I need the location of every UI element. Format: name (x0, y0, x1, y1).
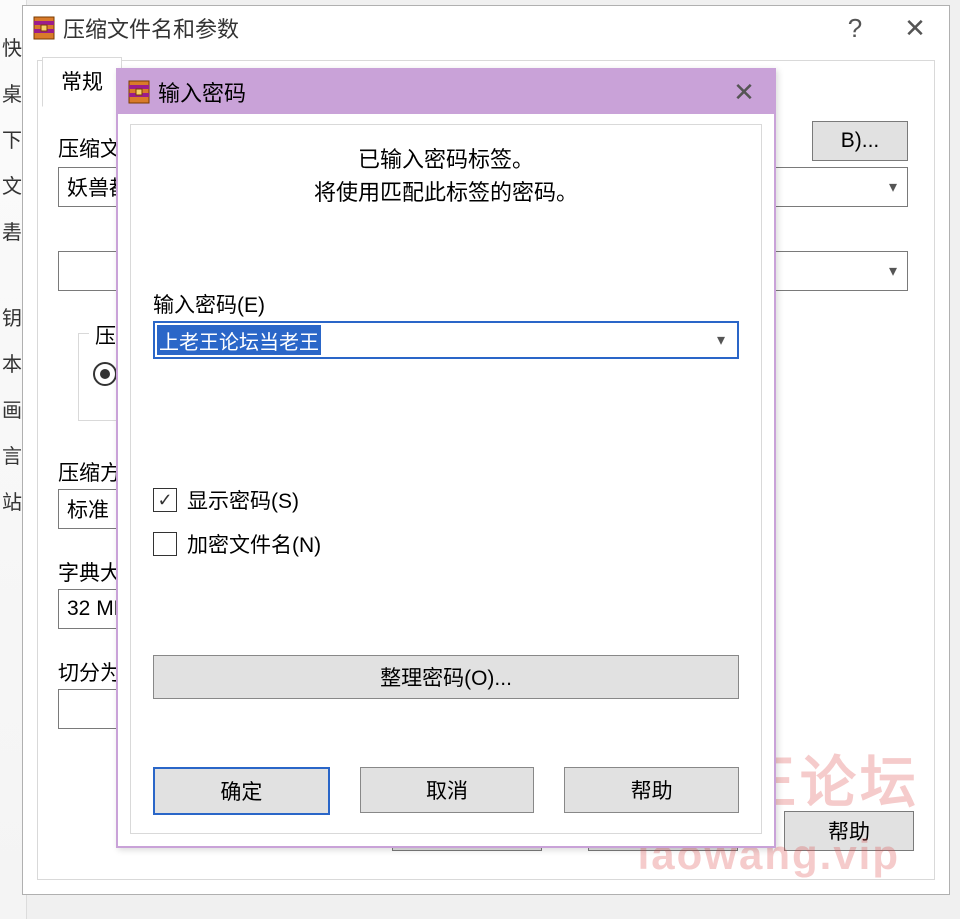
browse-button[interactable]: B)... (812, 121, 908, 161)
checkbox-show-password-label: 显示密码(S) (187, 485, 299, 515)
side-char: 画 (2, 394, 22, 423)
modal-body: 已输入密码标签。 将使用匹配此标签的密码。 输入密码(E) 上老王论坛当老王 ▾… (130, 124, 762, 834)
checkbox-unchecked-icon (153, 532, 177, 556)
radio-dot-icon (93, 362, 117, 386)
modal-help-button[interactable]: 帮助 (564, 767, 739, 813)
parent-help-button[interactable]: 帮助 (784, 811, 914, 851)
winrar-icon (126, 79, 152, 105)
side-char: 桌 (2, 78, 22, 107)
method-value: 标准 (67, 494, 109, 524)
label-archive-name: 压缩文 (58, 133, 121, 163)
checkbox-checked-icon: ✓ (153, 488, 177, 512)
modal-info-line1: 已输入密码标签。 (131, 143, 761, 176)
modal-title: 输入密码 (152, 76, 718, 108)
side-char: 快 (2, 32, 22, 61)
checkbox-encrypt-names-label: 加密文件名(N) (187, 529, 321, 559)
modal-info-line2: 将使用匹配此标签的密码。 (131, 176, 761, 209)
modal-info: 已输入密码标签。 将使用匹配此标签的密码。 (131, 143, 761, 209)
chevron-down-icon: ▾ (889, 261, 897, 281)
side-char: 站 (2, 486, 22, 515)
side-char: 砉 (2, 216, 22, 245)
side-char: 言 (2, 440, 22, 469)
modal-button-row: 确定 取消 帮助 (153, 767, 739, 815)
side-char: 下 (2, 124, 22, 153)
close-button[interactable]: ✕ (885, 6, 945, 50)
chevron-down-icon: ▾ (717, 330, 725, 350)
parent-titlebar[interactable]: 压缩文件名和参数 ? ✕ (23, 6, 949, 50)
modal-cancel-button[interactable]: 取消 (360, 767, 535, 813)
modal-titlebar[interactable]: 输入密码 ✕ (118, 70, 774, 114)
label-split: 切分为 (58, 657, 121, 687)
modal-ok-button[interactable]: 确定 (153, 767, 330, 815)
password-combo[interactable]: 上老王论坛当老王 ▾ (153, 321, 739, 359)
label-method: 压缩方 (58, 457, 121, 487)
help-button[interactable]: ? (825, 6, 885, 50)
side-char: 钥 (2, 302, 22, 331)
label-dict: 字典大 (58, 557, 121, 587)
tab-general[interactable]: 常规 (42, 57, 122, 107)
organize-passwords-button[interactable]: 整理密码(O)... (153, 655, 739, 699)
label-enter-password: 输入密码(E) (153, 289, 265, 319)
parent-title: 压缩文件名和参数 (57, 12, 825, 44)
side-char: 文 (2, 170, 22, 199)
password-dialog: 输入密码 ✕ 已输入密码标签。 将使用匹配此标签的密码。 输入密码(E) 上老王… (116, 68, 776, 848)
modal-close-button[interactable]: ✕ (718, 70, 770, 114)
password-value: 上老王论坛当老王 (157, 325, 321, 355)
chevron-down-icon: ▾ (889, 177, 897, 197)
checkbox-show-password[interactable]: ✓ 显示密码(S) (153, 485, 299, 515)
winrar-icon (31, 15, 57, 41)
checkbox-encrypt-names[interactable]: 加密文件名(N) (153, 529, 321, 559)
side-char: 本 (2, 348, 22, 377)
